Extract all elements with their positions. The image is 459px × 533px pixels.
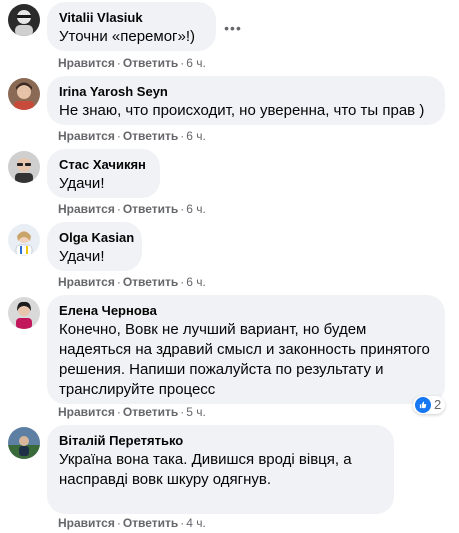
like-button[interactable]: Нравится: [58, 516, 115, 530]
reply-button[interactable]: Ответить: [123, 516, 178, 530]
comment-bubble: Vitalii Vlasiuk Уточни «перемог»!): [47, 2, 216, 51]
avatar[interactable]: [8, 151, 40, 183]
like-button[interactable]: Нравится: [58, 202, 115, 216]
comment-text: Конечно, Вовк не лучший вариант, но буде…: [59, 321, 430, 398]
comment-actions: Нравится · Ответить · 6 ч.: [58, 129, 206, 143]
reaction-badge[interactable]: 2: [413, 396, 446, 414]
reply-button[interactable]: Ответить: [123, 405, 178, 419]
comment-actions: Нравится · Ответить · 6 ч.: [58, 56, 206, 70]
like-button[interactable]: Нравится: [58, 56, 115, 70]
reaction-count: 2: [434, 397, 442, 412]
comment-author[interactable]: Irina Yarosh Seyn: [59, 84, 433, 100]
comment-actions: Нравится · Ответить · 4 ч.: [58, 516, 206, 530]
comment-actions: Нравится · Ответить · 6 ч.: [58, 202, 206, 216]
avatar[interactable]: [8, 78, 40, 110]
comment-author[interactable]: Olga Kasian: [59, 230, 134, 246]
comment-bubble: Стас Хачикян Удачи!: [47, 149, 160, 198]
comment-text: Удачи!: [59, 175, 105, 192]
like-icon: [415, 397, 431, 413]
avatar[interactable]: [8, 224, 40, 256]
comment-timestamp[interactable]: 6 ч.: [186, 56, 206, 70]
comment-author[interactable]: Елена Чернова: [59, 303, 433, 319]
comment-author[interactable]: Стас Хачикян: [59, 157, 148, 173]
comment-author[interactable]: Віталій Перетятько: [59, 433, 382, 449]
comment-timestamp[interactable]: 5 ч.: [186, 405, 206, 419]
comment-text: Уточни «перемог»!): [59, 28, 196, 45]
comment-text: Удачи!: [59, 248, 105, 265]
like-button[interactable]: Нравится: [58, 129, 115, 143]
comment-author[interactable]: Vitalii Vlasiuk: [59, 10, 204, 26]
comment-timestamp[interactable]: 6 ч.: [186, 275, 206, 289]
comment-bubble: Olga Kasian Удачи!: [47, 222, 142, 271]
comment-timestamp[interactable]: 6 ч.: [186, 202, 206, 216]
avatar[interactable]: [8, 297, 40, 329]
like-button[interactable]: Нравится: [58, 405, 115, 419]
comment-text: Не знаю, что происходит, но уверенна, чт…: [59, 102, 425, 119]
comment-bubble: Irina Yarosh Seyn Не знаю, что происходи…: [47, 76, 445, 125]
comment-timestamp[interactable]: 6 ч.: [186, 129, 206, 143]
reply-button[interactable]: Ответить: [123, 129, 178, 143]
avatar[interactable]: [8, 427, 40, 459]
comment-text: Україна вона така. Дивишся вроді вівця, …: [59, 451, 352, 488]
like-button[interactable]: Нравится: [58, 275, 115, 289]
more-options-icon[interactable]: •••: [219, 14, 247, 42]
avatar[interactable]: [8, 4, 40, 36]
comment-actions: Нравится · Ответить · 5 ч.: [58, 405, 206, 419]
comment-bubble: Віталій Перетятько Україна вона така. Ди…: [47, 425, 394, 514]
comment-actions: Нравится · Ответить · 6 ч.: [58, 275, 206, 289]
comment-timestamp[interactable]: 4 ч.: [186, 516, 206, 530]
reply-button[interactable]: Ответить: [123, 56, 178, 70]
reply-button[interactable]: Ответить: [123, 202, 178, 216]
comment-bubble: Елена Чернова Конечно, Вовк не лучший ва…: [47, 295, 445, 404]
reply-button[interactable]: Ответить: [123, 275, 178, 289]
